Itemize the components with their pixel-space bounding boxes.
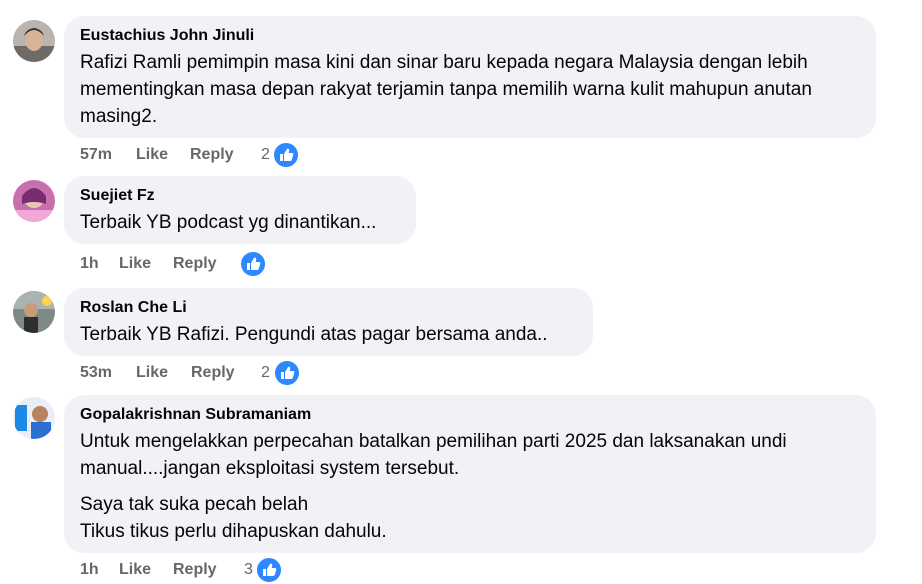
- like-button[interactable]: Like: [119, 252, 151, 276]
- comment-actions: 1h Like Reply: [80, 250, 300, 278]
- comment-text: Terbaik YB Rafizi. Pengundi atas pagar b…: [80, 321, 577, 348]
- comment-bubble: Eustachius John Jinuli Rafizi Ramli pemi…: [64, 16, 876, 138]
- reply-button[interactable]: Reply: [190, 143, 234, 167]
- like-button[interactable]: Like: [136, 143, 168, 167]
- like-button[interactable]: Like: [136, 361, 168, 385]
- comment-timestamp[interactable]: 53m: [80, 361, 112, 385]
- reaction-count[interactable]: 3: [244, 558, 253, 582]
- avatar[interactable]: [13, 20, 55, 62]
- thumbs-up-icon[interactable]: [255, 556, 283, 584]
- avatar[interactable]: [13, 397, 55, 439]
- comment-text: Untuk mengelakkan perpecahan batalkan pe…: [80, 428, 860, 545]
- thumbs-up-icon[interactable]: [273, 359, 301, 387]
- comment-paragraph: Terbaik YB podcast yg dinantikan...: [80, 212, 377, 233]
- comment-actions: 1h Like Reply 3: [80, 556, 320, 584]
- comment-bubble: Suejiet Fz Terbaik YB podcast yg dinanti…: [64, 176, 416, 244]
- comment-timestamp[interactable]: 1h: [80, 558, 99, 582]
- reaction-count[interactable]: 2: [261, 143, 270, 167]
- avatar[interactable]: [13, 291, 55, 333]
- reply-button[interactable]: Reply: [173, 558, 217, 582]
- comment-paragraph: Untuk mengelakkan perpecahan batalkan pe…: [80, 431, 787, 479]
- thumbs-up-icon[interactable]: [272, 141, 300, 169]
- avatar[interactable]: [13, 180, 55, 222]
- comment-author[interactable]: Gopalakrishnan Subramaniam: [80, 405, 860, 425]
- comment-paragraph: Saya tak suka pecah belah Tikus tikus pe…: [80, 494, 387, 542]
- reaction-count[interactable]: 2: [261, 361, 270, 385]
- comment-bubble: Roslan Che Li Terbaik YB Rafizi. Pengund…: [64, 288, 593, 356]
- comment-actions: 53m Like Reply 2: [80, 359, 320, 387]
- comment-author[interactable]: Roslan Che Li: [80, 298, 577, 318]
- comment-paragraph: Terbaik YB Rafizi. Pengundi atas pagar b…: [80, 324, 548, 345]
- comment-paragraph: Rafizi Ramli pemimpin masa kini dan sina…: [80, 52, 812, 127]
- comment-timestamp[interactable]: 1h: [80, 252, 99, 276]
- comment-text: Rafizi Ramli pemimpin masa kini dan sina…: [80, 49, 860, 130]
- comment-text: Terbaik YB podcast yg dinantikan...: [80, 209, 400, 236]
- reply-button[interactable]: Reply: [173, 252, 217, 276]
- comment-actions: 57m Like Reply 2: [80, 141, 320, 169]
- reply-button[interactable]: Reply: [191, 361, 235, 385]
- comment-bubble: Gopalakrishnan Subramaniam Untuk mengela…: [64, 395, 876, 553]
- comment-author[interactable]: Suejiet Fz: [80, 186, 400, 206]
- like-button[interactable]: Like: [119, 558, 151, 582]
- thumbs-up-icon[interactable]: [239, 250, 267, 278]
- comment-timestamp[interactable]: 57m: [80, 143, 112, 167]
- comment-author[interactable]: Eustachius John Jinuli: [80, 26, 860, 46]
